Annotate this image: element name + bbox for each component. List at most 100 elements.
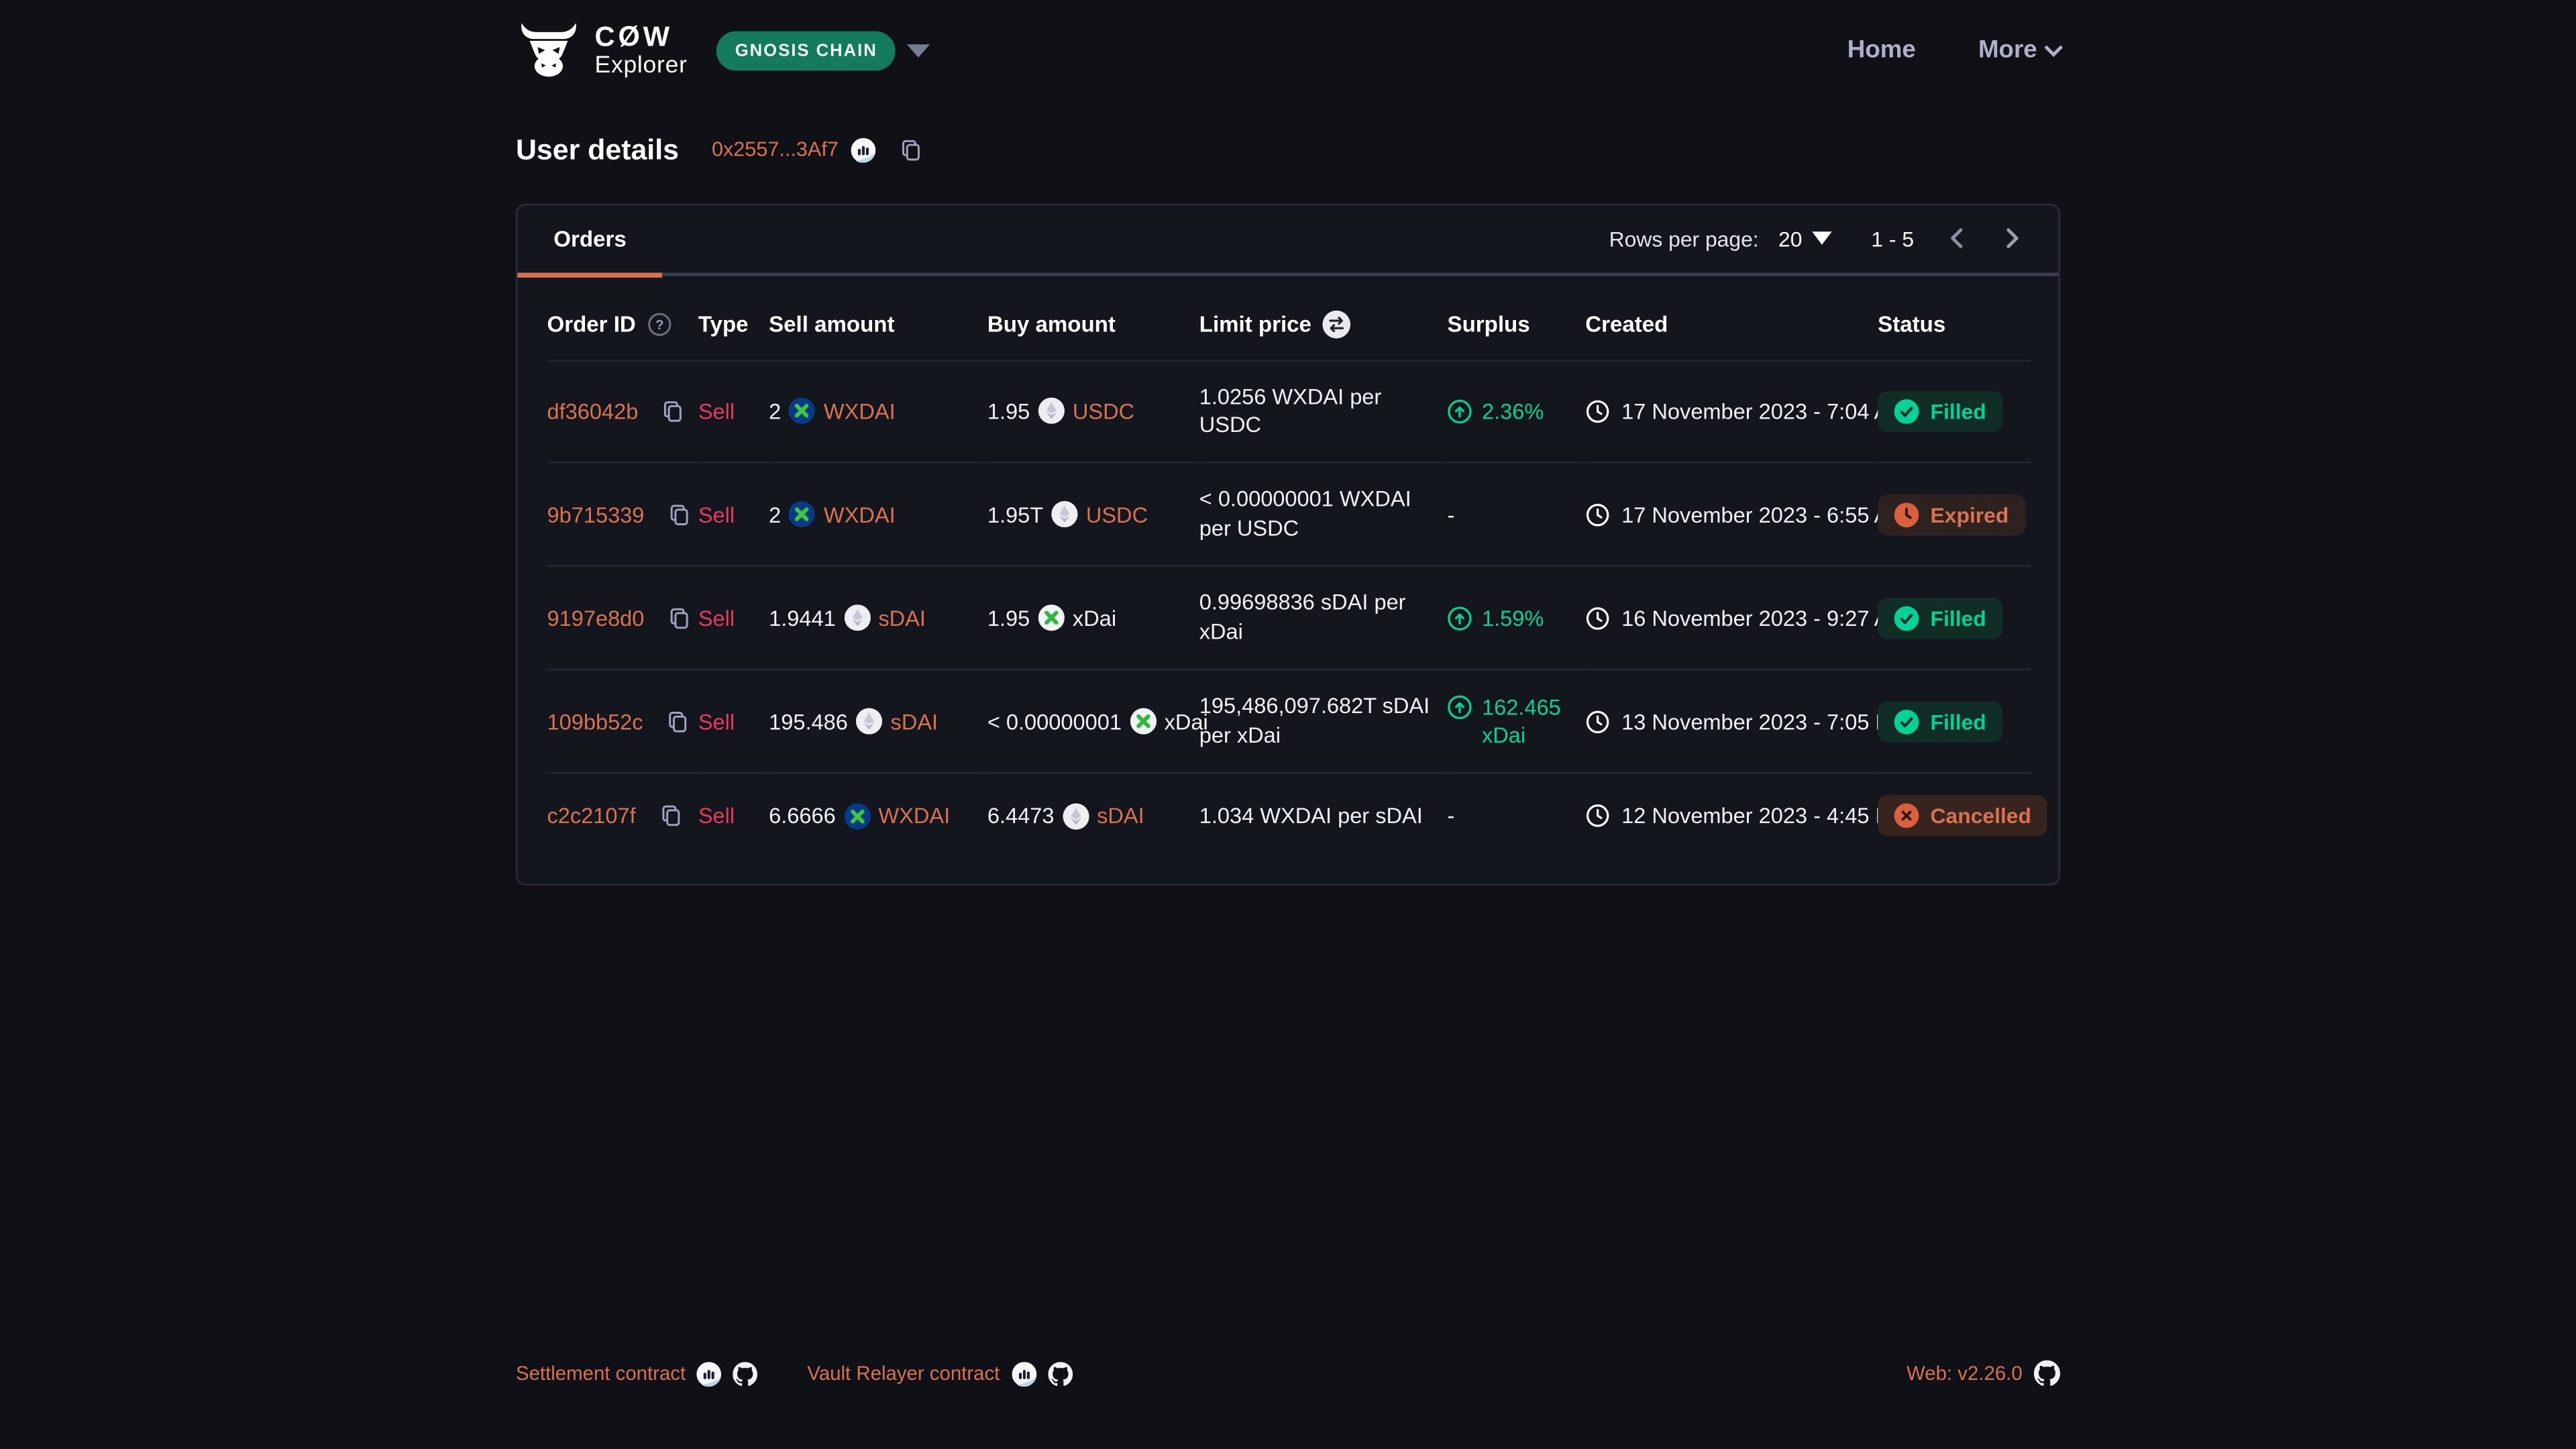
logo-wordmark: CØW Explorer: [595, 23, 688, 78]
copy-order-id-icon[interactable]: [665, 709, 690, 734]
sell-token-icon: [790, 502, 816, 528]
sell-token-icon: [844, 802, 870, 828]
order-type: Sell: [698, 399, 735, 424]
chevron-down-icon: [2044, 38, 2063, 57]
user-address-link[interactable]: 0x2557...3Af7: [712, 138, 839, 161]
sell-amount: 195.486: [769, 709, 848, 734]
logo-subtitle: Explorer: [595, 54, 688, 78]
clock-circle-icon: [1894, 502, 1919, 527]
sell-token-link[interactable]: WXDAI: [824, 399, 896, 424]
surplus-cell: -: [1448, 500, 1576, 529]
nav-more[interactable]: More: [1978, 36, 2060, 64]
status-label: Filled: [1931, 399, 1986, 424]
order-id-link[interactable]: c2c2107f: [547, 804, 636, 828]
next-page-button[interactable]: [1999, 225, 2025, 252]
copy-order-id-icon[interactable]: [661, 399, 686, 424]
blockscout-icon[interactable]: [1012, 1361, 1036, 1386]
sell-token-link[interactable]: sDAI: [878, 606, 926, 631]
status-label: Filled: [1931, 709, 1986, 734]
sell-token-link[interactable]: WXDAI: [824, 502, 896, 527]
buy-token-link[interactable]: sDAI: [1097, 804, 1144, 828]
buy-token-link[interactable]: USDC: [1086, 502, 1148, 527]
cow-head-icon: [516, 23, 582, 78]
status-badge: Filled: [1878, 701, 2002, 742]
check-circle-icon: [1894, 606, 1919, 631]
rows-per-page-select[interactable]: 20: [1778, 226, 1832, 251]
blockscout-icon[interactable]: [851, 137, 876, 162]
order-type: Sell: [698, 502, 735, 527]
blockscout-icon[interactable]: [697, 1361, 722, 1386]
logo-title: CØW: [595, 23, 688, 51]
app-header: CØW Explorer GNOSIS CHAIN Home More: [0, 0, 2576, 78]
sell-amount: 1.9441: [769, 606, 836, 631]
status-label: Cancelled: [1931, 804, 2031, 828]
cow-explorer-logo[interactable]: CØW Explorer: [516, 23, 688, 78]
status-badge: Filled: [1878, 391, 2002, 432]
buy-amount: < 0.00000001: [987, 709, 1122, 734]
surplus-cell: 162.465 xDai: [1448, 693, 1576, 750]
orders-card: Orders Rows per page: 20 1 - 5: [516, 203, 2060, 885]
order-id-link[interactable]: 109bb52c: [547, 709, 643, 734]
status-badge: Cancelled: [1878, 795, 2047, 836]
buy-amount: 1.95: [987, 399, 1030, 424]
limit-price: < 0.00000001 WXDAI per USDC: [1199, 485, 1438, 544]
table-row: 9197e8d0 Sell 1.9441 sDAI 1.95 xDai 0.99…: [547, 566, 2031, 669]
surplus-value: 162.465 xDai: [1482, 693, 1576, 750]
col-type: Type: [698, 311, 749, 336]
buy-amount: 1.95T: [987, 502, 1043, 527]
network-selector[interactable]: GNOSIS CHAIN: [717, 31, 930, 70]
github-icon[interactable]: [733, 1361, 758, 1386]
limit-price: 195,486,097.682T sDAI per xDai: [1199, 692, 1438, 751]
github-icon[interactable]: [1047, 1361, 1072, 1386]
prev-page-button[interactable]: [1943, 225, 1970, 252]
col-limit-price: Limit price: [1199, 311, 1311, 336]
buy-token-link[interactable]: USDC: [1073, 399, 1134, 424]
order-type: Sell: [698, 606, 735, 631]
limit-price: 1.034 WXDAI per sDAI: [1199, 801, 1438, 830]
order-id-link[interactable]: 9197e8d0: [547, 606, 645, 631]
sell-amount: 2: [769, 502, 781, 527]
surplus-value: -: [1448, 500, 1455, 529]
copy-address-icon[interactable]: [900, 137, 924, 162]
sell-token-link[interactable]: sDAI: [891, 709, 938, 734]
main-nav: Home More: [1847, 36, 2060, 64]
vault-relayer-contract-link[interactable]: Vault Relayer contract: [807, 1362, 1000, 1385]
sell-token-link[interactable]: WXDAI: [878, 804, 950, 828]
created-date: 17 November 2023 - 6:55 AM: [1621, 502, 1907, 527]
surplus-cell: 2.36%: [1448, 397, 1576, 425]
surplus-cell: 1.59%: [1448, 604, 1576, 632]
buy-token-icon: [1038, 398, 1064, 425]
order-id-link[interactable]: 9b715339: [547, 502, 645, 527]
copy-order-id-icon[interactable]: [658, 804, 683, 828]
copy-order-id-icon[interactable]: [667, 606, 692, 631]
status-badge: Expired: [1878, 494, 2025, 535]
page-title: User details: [516, 132, 679, 166]
invert-price-icon[interactable]: [1323, 310, 1351, 338]
sell-token-icon: [844, 605, 870, 631]
network-badge[interactable]: GNOSIS CHAIN: [717, 31, 896, 70]
web-version-link[interactable]: Web: v2.26.0: [1907, 1362, 2023, 1385]
buy-token-icon: [1051, 502, 1077, 528]
created-date: 13 November 2023 - 7:05 PM: [1621, 709, 1908, 734]
page-range: 1 - 5: [1871, 226, 1914, 251]
clock-icon: [1585, 399, 1610, 424]
buy-amount: 6.4473: [987, 804, 1055, 828]
tab-orders[interactable]: Orders: [517, 203, 662, 273]
surplus-cell: -: [1448, 802, 1576, 830]
buy-token-link: xDai: [1073, 606, 1116, 631]
copy-order-id-icon[interactable]: [667, 502, 692, 527]
github-icon[interactable]: [2034, 1360, 2060, 1387]
status-label: Expired: [1931, 502, 2009, 527]
help-icon[interactable]: ?: [647, 311, 672, 336]
buy-token-icon: [1130, 708, 1156, 735]
clock-icon: [1585, 804, 1610, 828]
settlement-contract-link[interactable]: Settlement contract: [516, 1362, 686, 1385]
surplus-value: 2.36%: [1482, 397, 1544, 425]
sell-amount: 6.6666: [769, 804, 836, 828]
card-tab-bar: Orders Rows per page: 20 1 - 5: [517, 205, 2058, 275]
order-id-link[interactable]: df36042b: [547, 399, 639, 424]
nav-home[interactable]: Home: [1847, 36, 1916, 64]
surplus-up-icon: [1448, 694, 1472, 719]
buy-token-icon: [1063, 802, 1089, 828]
buy-token-icon: [1038, 605, 1064, 631]
